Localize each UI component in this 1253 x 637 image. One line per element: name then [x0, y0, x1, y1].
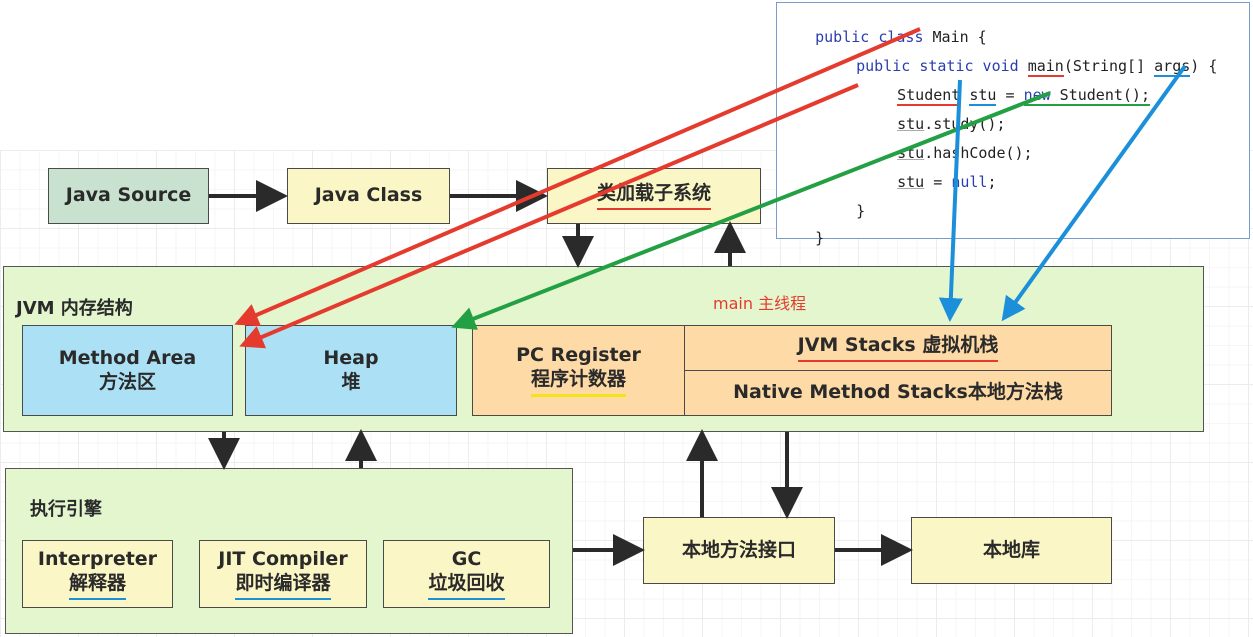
class-loader-box: 类加载子系统 — [547, 168, 761, 224]
heap-box: Heap 堆 — [245, 325, 457, 416]
code-text: = — [924, 173, 952, 191]
code-line-6: stu = null; — [861, 155, 996, 209]
gc-en: GC — [451, 548, 482, 571]
code-text: ; — [987, 173, 997, 191]
pc-register-zh: 程序计数器 — [530, 368, 626, 397]
pc-register-box: PC Register 程序计数器 — [472, 325, 685, 416]
method-area-en: Method Area — [58, 346, 197, 369]
code-new-student: new Student(); — [1023, 86, 1150, 106]
jit-compiler-box: JIT Compiler 即时编译器 — [199, 540, 367, 608]
code-panel: public class Main { public static void m… — [776, 2, 1250, 247]
java-source-box: Java Source — [48, 168, 209, 224]
heap-zh: 堆 — [341, 370, 361, 393]
native-interface-box: 本地方法接口 — [643, 517, 835, 584]
code-args: args — [1154, 57, 1191, 77]
method-area-box: Method Area 方法区 — [22, 325, 233, 416]
interpreter-zh: 解释器 — [68, 572, 126, 600]
code-stu-ref: stu — [897, 173, 925, 191]
pc-register-en: PC Register — [516, 344, 641, 367]
gc-box: GC 垃圾回收 — [383, 540, 550, 608]
jit-compiler-zh: 即时编译器 — [235, 572, 331, 600]
interpreter-en: Interpreter — [37, 548, 158, 571]
code-text: Student(); — [1050, 86, 1150, 104]
code-keyword: new — [1023, 86, 1051, 104]
code-text: } — [856, 202, 866, 220]
code-line-8: } — [779, 211, 824, 265]
native-library-label: 本地库 — [982, 538, 1040, 561]
native-stacks-label: Native Method Stacks本地方法栈 — [733, 381, 1063, 404]
java-class-label: Java Class — [314, 184, 423, 207]
jit-compiler-en: JIT Compiler — [218, 548, 348, 571]
interpreter-box: Interpreter 解释器 — [22, 540, 173, 608]
heap-en: Heap — [323, 346, 379, 369]
code-text: ) { — [1190, 57, 1218, 75]
jvm-stacks-box: JVM Stacks 虚拟机栈 — [684, 325, 1112, 371]
native-interface-label: 本地方法接口 — [681, 538, 796, 561]
java-class-box: Java Class — [287, 168, 450, 224]
native-library-box: 本地库 — [911, 517, 1112, 584]
native-stacks-box: Native Method Stacks本地方法栈 — [684, 370, 1112, 416]
code-line-7: } — [820, 184, 865, 238]
class-loader-label: 类加载子系统 — [596, 182, 711, 210]
main-thread-label: main 主线程 — [713, 294, 807, 313]
jvm-memory-title: JVM 内存结构 — [16, 298, 133, 319]
jvm-stacks-label: JVM Stacks 虚拟机栈 — [797, 334, 999, 362]
gc-zh: 垃圾回收 — [428, 572, 505, 600]
execution-engine-title: 执行引擎 — [30, 499, 102, 520]
code-keyword: null — [951, 173, 988, 191]
java-source-label: Java Source — [65, 184, 192, 207]
method-area-zh: 方法区 — [98, 370, 156, 393]
code-text: } — [815, 229, 825, 247]
